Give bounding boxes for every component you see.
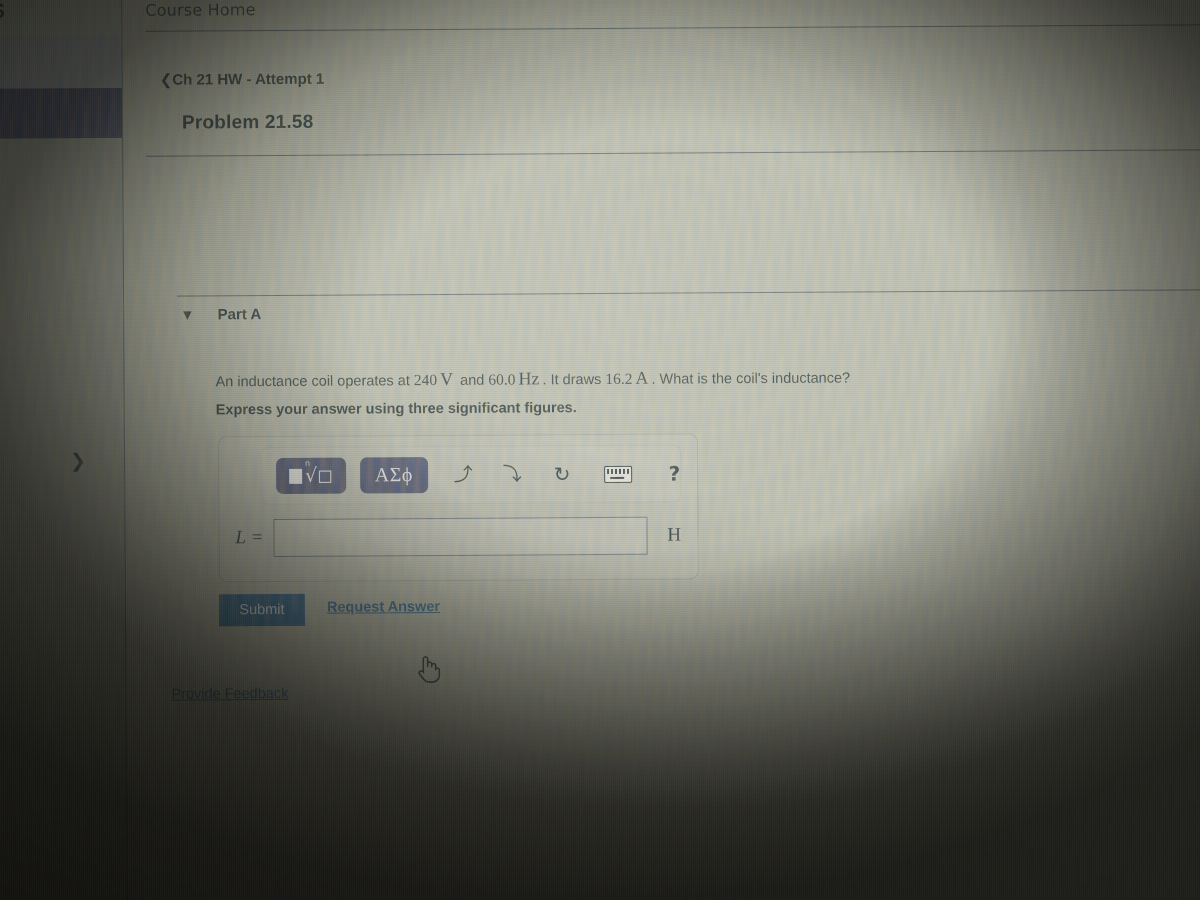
screen-content: CS ❯ Course Home ❮Ch 21 HW - Attempt 1 P…	[0, 0, 1200, 900]
variable-label: L =	[235, 527, 264, 549]
part-a-label: Part A	[217, 306, 262, 324]
photograph-of-screen: CS ❯ Course Home ❮Ch 21 HW - Attempt 1 P…	[0, 0, 1200, 900]
answer-entry-row: L = H	[235, 516, 682, 558]
provide-feedback-link[interactable]: Provide Feedback	[171, 686, 288, 703]
collapse-caret-icon[interactable]: ▼	[183, 309, 192, 322]
sidebar-item-active[interactable]	[0, 87, 123, 139]
undo-icon[interactable]: ⤴	[454, 463, 473, 485]
answer-widget: n √◻ ΑΣϕ ⤴ ⤵ ↻ ? L = H	[217, 433, 699, 583]
question-segment-4: . What is the coil's inductance?	[651, 370, 851, 388]
left-sidebar: CS ❯	[0, 0, 128, 900]
help-icon[interactable]: ?	[668, 462, 680, 486]
unit-hertz: Hz	[518, 368, 540, 389]
course-home-link[interactable]: Course Home	[145, 0, 256, 20]
reset-icon[interactable]: ↻	[554, 462, 571, 486]
instruction-text: Express your answer using three signific…	[215, 400, 577, 419]
assignment-label: Ch 21 HW - Attempt 1	[172, 70, 325, 89]
divider-part-a	[177, 289, 1200, 297]
nth-root-icon: n √◻	[304, 458, 334, 487]
unit-amperes: A	[635, 367, 649, 388]
sidebar-item-inactive[interactable]	[0, 34, 122, 88]
part-a-header[interactable]: ▼ Part A	[183, 306, 261, 323]
request-answer-link[interactable]: Request Answer	[327, 599, 440, 616]
math-template-button[interactable]: n √◻	[276, 457, 346, 494]
answer-input[interactable]	[273, 516, 648, 558]
question-segment-1: An inductance coil operates at	[215, 373, 414, 391]
math-toolbar: n √◻ ΑΣϕ ⤴ ⤵ ↻ ?	[260, 444, 682, 506]
redo-icon[interactable]: ⤵	[503, 463, 522, 485]
page-title: Problem 21.58	[181, 111, 314, 134]
chevron-right-icon[interactable]: ❯	[70, 450, 86, 472]
value-voltage: 240	[413, 372, 438, 390]
square-placeholder-icon	[289, 468, 303, 484]
value-frequency: 60.0	[488, 371, 516, 389]
divider-top	[145, 24, 1200, 32]
divider-middle	[146, 149, 1200, 157]
assignment-breadcrumb[interactable]: ❮Ch 21 HW - Attempt 1	[160, 70, 325, 89]
submit-button[interactable]: Submit	[218, 593, 306, 627]
question-segment-3: . It draws	[542, 371, 606, 389]
sidebar-title-fragment: CS	[0, 0, 6, 23]
main-content: Course Home ❮Ch 21 HW - Attempt 1 Proble…	[121, 0, 1200, 900]
question-segment-2: and	[456, 372, 489, 389]
value-current: 16.2	[605, 370, 633, 388]
greek-symbols-button[interactable]: ΑΣϕ	[359, 457, 428, 494]
back-chevron-icon[interactable]: ❮	[160, 71, 173, 89]
mouse-cursor-hand-icon	[418, 656, 441, 683]
unit-volts: V	[440, 368, 454, 389]
question-text: An inductance coil operates at 240 V and …	[215, 366, 851, 391]
keyboard-icon[interactable]	[604, 465, 633, 483]
unit-label: H	[667, 524, 682, 546]
